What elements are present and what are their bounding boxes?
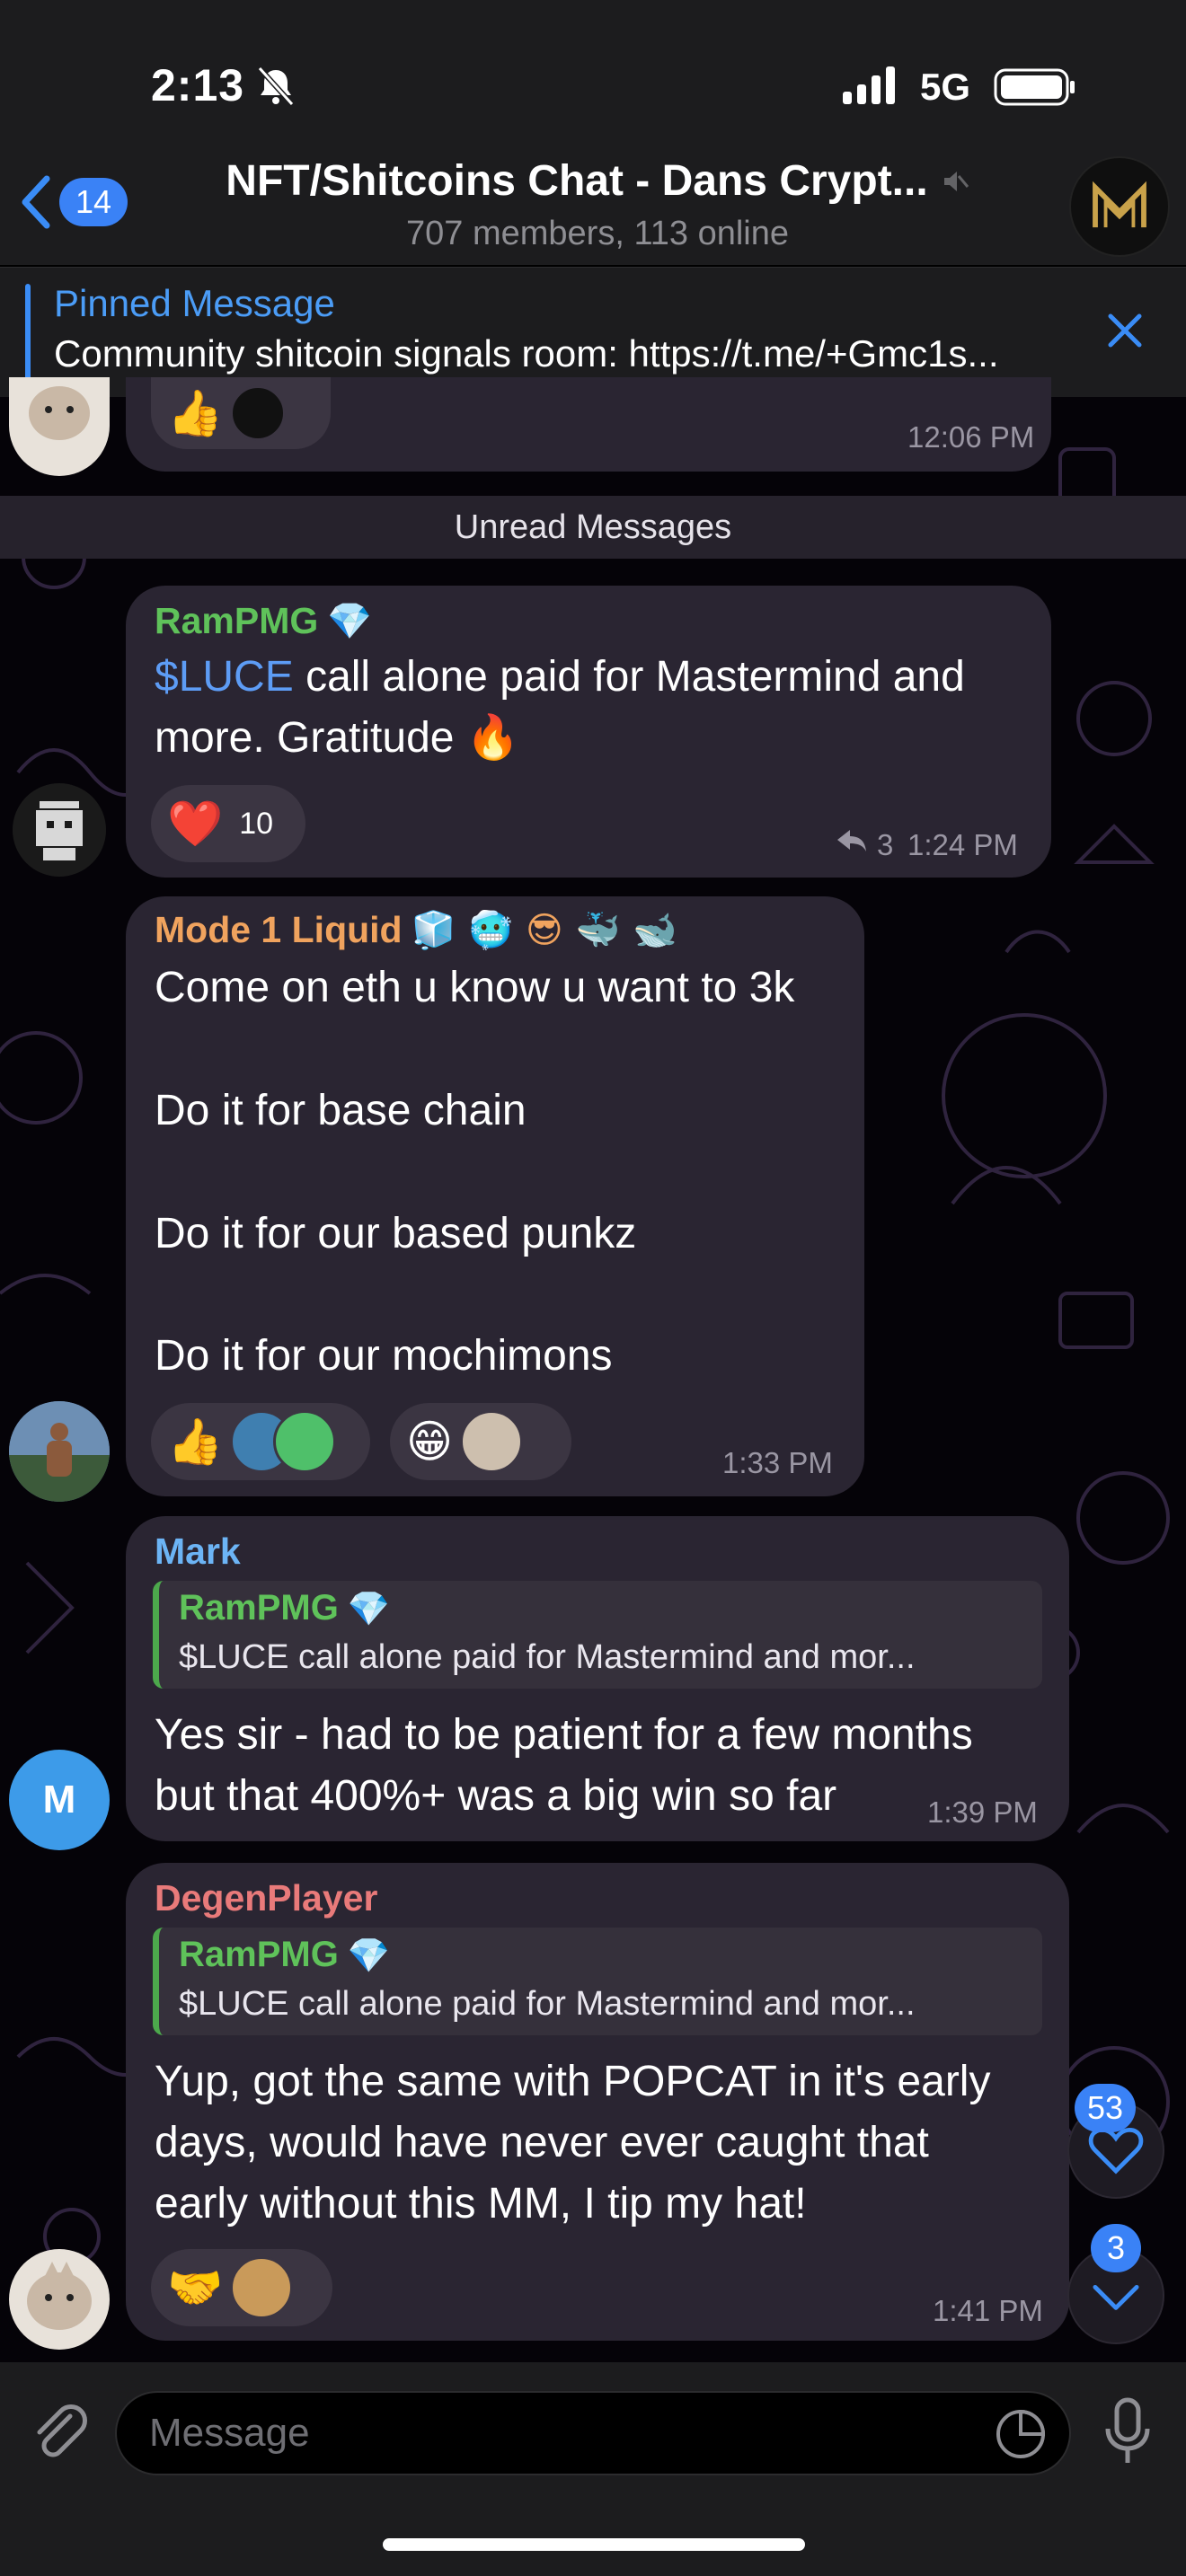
paperclip-icon[interactable] [27, 2398, 92, 2463]
reply-arrow-icon [837, 830, 866, 851]
avatar-bodybuilder[interactable] [9, 1401, 110, 1502]
chat-title-area[interactable]: NFT/Shitcoins Chat - Dans Crypt... 707 m… [207, 156, 988, 253]
thumbs-up-icon: 👍 [167, 1416, 224, 1468]
message-text-line: call alone paid for Mastermind and [293, 653, 965, 701]
back-button[interactable]: 14 [16, 171, 133, 234]
message-text-line: Do it for base chain [155, 1087, 527, 1134]
microphone-icon[interactable] [1102, 2396, 1154, 2468]
message-time: 12:06 PM [907, 420, 1035, 454]
close-icon[interactable] [1102, 307, 1148, 354]
reply-sender-text: RamPMG [179, 1588, 339, 1628]
chevron-left-icon [22, 175, 50, 229]
reply-preview[interactable]: RamPMG 💎 $LUCE call alone paid for Maste… [153, 1581, 1042, 1689]
reply-sender: RamPMG 💎 [179, 1588, 390, 1628]
message-text-line: but that 400%+ was a big win so far [155, 1772, 837, 1820]
ticker-link[interactable]: $LUCE [155, 653, 294, 701]
reply-text: $LUCE call alone paid for Mastermind and… [179, 1985, 916, 2023]
reply-text: $LUCE call alone paid for Mastermind and… [179, 1638, 916, 1676]
unread-badge: 3 [1091, 2224, 1141, 2272]
message-time: 1:24 PM [907, 828, 1018, 861]
photo-avatar-icon [9, 1401, 110, 1502]
message-text-line: Do it for our mochimons [155, 1332, 613, 1380]
composer-bar [0, 2362, 1186, 2576]
unread-messages-divider: Unread Messages [0, 496, 1186, 559]
avatar-cat[interactable] [9, 2249, 110, 2350]
diamond-badge-icon: 💎 [347, 1935, 391, 1975]
message-text-line: Come on eth u know u want to 3k [155, 964, 795, 1011]
reactor-avatar [230, 2256, 294, 2319]
message-input[interactable] [115, 2391, 1071, 2475]
diamond-badge-icon: 💎 [347, 1588, 391, 1628]
network-type: 5G [920, 66, 971, 108]
group-avatar[interactable] [1069, 156, 1170, 257]
mastermind-logo-icon [1093, 181, 1146, 228]
message-text: $LUCE call alone paid for Mastermind and… [155, 647, 1035, 769]
unread-chats-badge: 14 [59, 178, 128, 226]
sender-name[interactable]: DegenPlayer [155, 1877, 377, 1919]
home-indicator [383, 2538, 805, 2551]
chat-subtitle: 707 members, 113 online [406, 215, 789, 252]
avatar-cat[interactable] [9, 377, 110, 476]
reactor-avatar [460, 1410, 524, 1473]
message-text-line: Do it for our based punkz [155, 1210, 637, 1257]
cellular-signal-icon [843, 66, 895, 104]
pinned-text: Community shitcoin signals room: https:/… [54, 332, 999, 375]
handshake-icon: 🤝 [167, 2262, 224, 2314]
avatar-pixel-punk[interactable] [13, 783, 106, 877]
reaction-count: 10 [239, 806, 274, 841]
sticker-icon[interactable] [994, 2407, 1048, 2461]
message-time: 1:41 PM [933, 2294, 1043, 2327]
sender-name-text: Mode 1 Liquid [155, 909, 403, 950]
sender-name-text: RamPMG [155, 600, 319, 641]
avatar-letter-m[interactable]: M [9, 1750, 110, 1850]
sender-name[interactable]: Mode 1 Liquid 🧊 🥶 😎 🐳 🐋 [155, 909, 677, 951]
reactions-badge: 53 [1075, 2084, 1137, 2132]
reactor-avatar [230, 385, 287, 441]
bell-off-icon [257, 66, 295, 107]
reaction-chip-heart[interactable]: ❤️ 10 [151, 785, 305, 862]
message-text-line: Yup, got the same with POPCAT in it's ea… [155, 2058, 991, 2105]
message-time: 1:33 PM [722, 1446, 833, 1479]
diamond-badge-icon: 💎 [327, 600, 373, 642]
cat-avatar-icon [29, 386, 90, 440]
chat-title: NFT/Shitcoins Chat - Dans Crypt... [226, 156, 969, 206]
message-text-line: more. Gratitude 🔥 [155, 714, 520, 762]
reaction-chip-handshake[interactable]: 🤝 [151, 2249, 332, 2326]
reply-sender-text: RamPMG [179, 1935, 339, 1974]
message-text-line: days, would have never ever caught that [155, 2119, 929, 2166]
muted-icon [943, 171, 969, 191]
pinned-indicator [25, 284, 31, 381]
reply-preview[interactable]: RamPMG 💎 $LUCE call alone paid for Maste… [153, 1928, 1042, 2035]
grin-icon: 😁 [406, 1416, 454, 1468]
reaction-emoji: 👍 [167, 387, 224, 439]
status-time: 2:13 [151, 60, 245, 110]
sender-name[interactable]: Mark [155, 1531, 241, 1573]
heart-icon: ❤️ [167, 798, 224, 850]
reaction-chip-thumbs[interactable]: 👍 [151, 1403, 370, 1480]
reactor-avatar [273, 1410, 337, 1473]
pixel-avatar-icon [13, 783, 106, 877]
top-bar: 2:13 5G 14 NFT/Shitcoins Chat - Dans Cry… [0, 0, 1186, 265]
reaction-chip-thumbs[interactable]: 👍 [151, 377, 331, 449]
pinned-label: Pinned Message [54, 282, 335, 324]
sender-emoji-badges: 🧊 🥶 😎 🐳 🐋 [411, 909, 678, 951]
cat-avatar-icon [27, 2262, 92, 2330]
reply-sender: RamPMG 💎 [179, 1935, 390, 1975]
sender-name[interactable]: RamPMG 💎 [155, 600, 372, 642]
reaction-chip-grin[interactable]: 😁 [390, 1403, 571, 1480]
message-text-line: early without this MM, I tip my hat! [155, 2180, 807, 2228]
battery-icon [994, 68, 1075, 106]
chat-title-text: NFT/Shitcoins Chat - Dans Crypt... [226, 157, 928, 205]
message-text-line: Yes sir - had to be patient for a few mo… [155, 1711, 973, 1759]
message-time: 1:39 PM [927, 1795, 1038, 1829]
reply-count: 3 [877, 828, 894, 861]
